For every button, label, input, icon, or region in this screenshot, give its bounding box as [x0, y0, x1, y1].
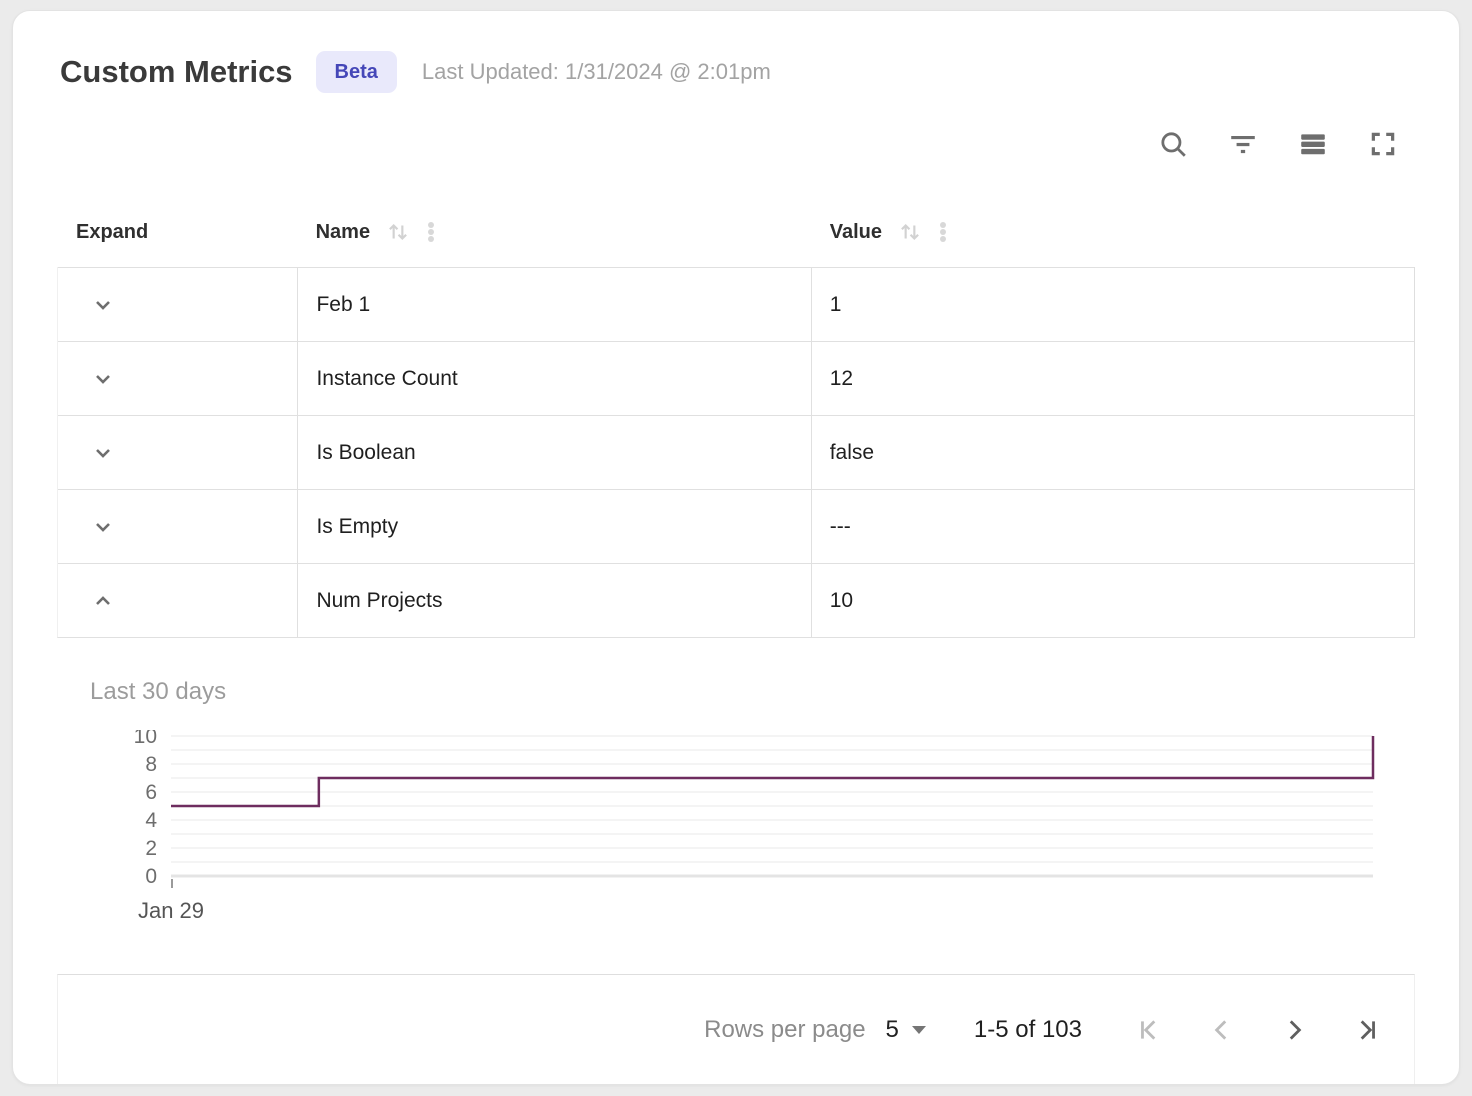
last-page-button[interactable] [1352, 1016, 1380, 1044]
fullscreen-icon [1368, 129, 1398, 159]
table-row: Feb 1 1 [58, 267, 1414, 341]
beta-badge: Beta [316, 51, 397, 93]
header-value-label: Value [830, 221, 882, 244]
svg-text:4: 4 [145, 809, 157, 832]
table-rows: Feb 1 1 Instance Count 12 [57, 267, 1415, 638]
row-name-cell: Is Boolean [297, 416, 810, 489]
expand-row-button[interactable] [88, 438, 118, 468]
metric-chart: 0 2 4 6 8 10 Jan 29 [57, 730, 1397, 928]
card-header: Custom Metrics Beta Last Updated: 1/31/2… [13, 11, 1459, 93]
svg-text:6: 6 [145, 781, 157, 804]
column-menu-icon[interactable] [419, 219, 443, 245]
row-value-cell: 1 [811, 268, 1414, 341]
expand-chevron-icon [89, 439, 117, 467]
svg-text:2: 2 [145, 837, 157, 860]
previous-page-button[interactable] [1208, 1016, 1236, 1044]
header-cell-value[interactable]: Value [811, 197, 1415, 267]
page-title: Custom Metrics [60, 54, 293, 90]
last-page-icon [1352, 1016, 1380, 1044]
first-page-button[interactable] [1136, 1016, 1164, 1044]
table-row: Num Projects 10 [58, 563, 1414, 637]
header-expand-label: Expand [76, 221, 148, 244]
row-value-cell: 12 [811, 342, 1414, 415]
row-value-cell: --- [811, 490, 1414, 563]
expand-row-button[interactable] [88, 290, 118, 320]
expand-row-button[interactable] [88, 364, 118, 394]
filter-button[interactable] [1228, 129, 1258, 159]
expand-cell [58, 268, 297, 341]
expand-chevron-icon [89, 291, 117, 319]
density-icon [1298, 129, 1328, 159]
table-header-row: Expand Name Value [57, 197, 1415, 267]
table-row: Is Empty --- [58, 489, 1414, 563]
expand-cell [58, 564, 297, 637]
row-name-cell: Feb 1 [297, 268, 810, 341]
filter-icon [1228, 129, 1258, 159]
search-button[interactable] [1158, 129, 1188, 159]
svg-text:Jan 29: Jan 29 [138, 898, 204, 923]
chart-title: Last 30 days [90, 678, 1459, 706]
expand-row-button[interactable] [88, 512, 118, 542]
header-cell-name[interactable]: Name [297, 197, 811, 267]
expand-cell [58, 342, 297, 415]
sort-icon[interactable] [897, 219, 923, 245]
row-value-cell: false [811, 416, 1414, 489]
table-row: Is Boolean false [58, 415, 1414, 489]
rows-per-page-value: 5 [886, 1016, 899, 1044]
svg-text:10: 10 [134, 730, 157, 748]
chevron-right-icon [1280, 1016, 1308, 1044]
svg-text:8: 8 [145, 753, 157, 776]
expand-cell [58, 490, 297, 563]
custom-metrics-card: Custom Metrics Beta Last Updated: 1/31/2… [12, 10, 1460, 1085]
pagination-nav [1136, 1016, 1380, 1044]
search-icon [1158, 129, 1188, 159]
rows-per-page-label: Rows per page [704, 1016, 865, 1044]
expand-chevron-icon [89, 365, 117, 393]
svg-text:0: 0 [145, 865, 157, 888]
sort-icon[interactable] [385, 219, 411, 245]
row-name-cell: Num Projects [297, 564, 810, 637]
expand-cell [58, 416, 297, 489]
row-name-cell: Instance Count [297, 342, 810, 415]
first-page-icon [1136, 1016, 1164, 1044]
density-button[interactable] [1298, 129, 1328, 159]
pagination-range-label: 1-5 of 103 [974, 1016, 1082, 1044]
pagination-footer: Rows per page 5 1-5 of 103 [57, 974, 1415, 1084]
row-value-cell: 10 [811, 564, 1414, 637]
header-name-label: Name [316, 221, 370, 244]
chevron-left-icon [1208, 1016, 1236, 1044]
metrics-table: Expand Name Value [57, 197, 1415, 638]
header-cell-expand: Expand [57, 197, 297, 267]
table-toolbar [13, 93, 1459, 159]
column-menu-icon[interactable] [931, 219, 955, 245]
next-page-button[interactable] [1280, 1016, 1308, 1044]
caret-down-icon [912, 1026, 926, 1034]
expand-chevron-icon [89, 513, 117, 541]
fullscreen-button[interactable] [1368, 129, 1398, 159]
rows-per-page-select[interactable]: 5 [886, 1016, 926, 1044]
table-row: Instance Count 12 [58, 341, 1414, 415]
expand-row-button[interactable] [88, 586, 118, 616]
row-name-cell: Is Empty [297, 490, 810, 563]
last-updated-text: Last Updated: 1/31/2024 @ 2:01pm [422, 59, 771, 85]
expand-chevron-icon [89, 587, 117, 615]
